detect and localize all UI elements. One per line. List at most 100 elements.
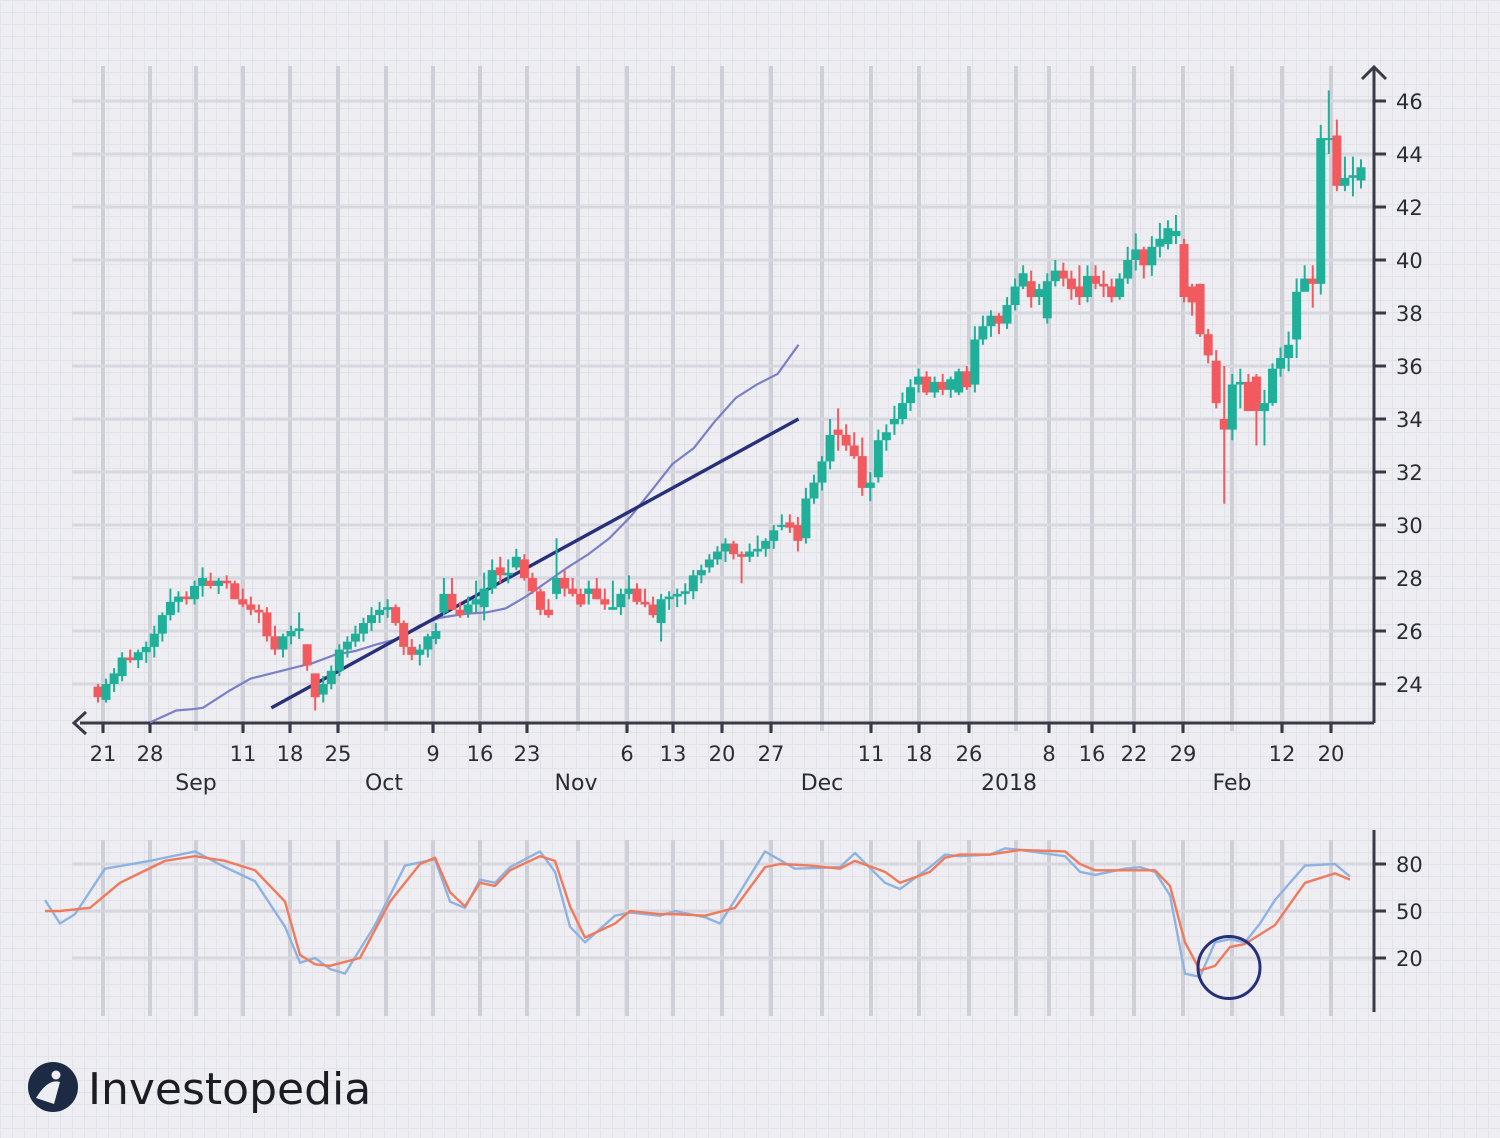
y-tick-label-30: 30 [1396,514,1423,538]
candle-body [519,559,529,578]
candle-body [375,609,385,616]
candle-body [881,432,891,441]
candle-25 [294,612,304,639]
x-tick-label-9: 13 [660,742,687,766]
candle-body [527,578,537,592]
x-tick-label-1: 28 [137,742,164,766]
candle-44 [447,578,457,610]
candle-body [688,575,698,592]
candle-151 [1308,265,1318,308]
candle-body [1139,249,1149,266]
candle-143 [1243,373,1253,412]
candle-body [262,612,272,637]
candle-112 [994,313,1004,335]
candle-body [214,580,224,586]
candle-34 [367,607,377,631]
candle-23 [278,633,288,658]
candle-body [1026,281,1036,298]
candle-body [447,593,457,610]
trendline [270,417,800,710]
candle-body [326,670,336,684]
candle-body [286,631,296,637]
x-tick-label-18: 29 [1170,742,1197,766]
candle-body [503,572,513,576]
candle-body [1187,286,1197,303]
candle-110 [978,315,988,345]
candle-body [769,530,779,541]
candle-54 [527,572,537,594]
candle-94 [849,432,859,459]
candle-body [133,652,143,661]
candle-body [294,628,304,631]
candle-101 [906,379,916,412]
candle-140 [1219,366,1229,504]
candle-149 [1292,278,1302,359]
candle-87 [793,517,803,552]
candle-body [350,633,360,642]
candle-89 [809,474,819,504]
candle-body [849,445,859,457]
y-tick-label-44: 44 [1396,143,1423,167]
candle-body [302,644,312,666]
candle-body [511,556,521,568]
candle-61 [584,580,594,605]
candle-85 [777,514,787,531]
x-tick-label-11: 27 [758,742,785,766]
moving-average-line [149,344,800,724]
oscillator-axis: 20 50 80 [1372,830,1423,1012]
candle-119 [1050,260,1060,287]
candle-120 [1058,262,1068,287]
x-tick-label-6: 16 [467,742,494,766]
stock-chart: 24 26 28 30 32 34 36 38 40 42 44 46 21 28 11 18 25 9 16 23… [28,64,1423,1115]
candle-body [648,604,658,616]
candlesticks [93,90,1366,711]
candle-body [1155,238,1165,247]
candle-body [793,525,803,541]
date-axis-ticks: 21 28 11 18 25 9 16 23 6 13 20 27 11 18 26 8 16 22 29 12 20 [90,723,1345,766]
candle-body [737,554,747,557]
candle-body [254,609,264,613]
y-tick-label-34: 34 [1396,408,1423,432]
candle-41 [423,633,433,658]
candle-body [1002,305,1012,324]
candle-body [535,591,545,610]
candle-body [1179,244,1189,298]
candle-body [1074,286,1084,298]
candle-body [358,623,368,634]
candle-body [576,593,586,605]
candle-body [1082,275,1092,298]
x-tick-label-20: 20 [1318,742,1345,766]
candle-body [238,599,248,605]
candle-105 [938,373,948,396]
candle-body [729,543,739,555]
candle-130 [1139,246,1149,279]
month-labels: Sep Oct Nov Dec 2018 Feb [175,771,1251,796]
candle-40 [415,644,425,666]
candle-body [785,522,795,528]
candle-141 [1227,373,1237,441]
x-tick-label-12: 11 [858,742,885,766]
candle-body [246,604,256,610]
candle-27 [310,673,320,711]
candle-133 [1163,220,1173,250]
candle-body [745,551,755,557]
candle-73 [680,583,690,605]
candle-body [383,607,393,610]
candle-90 [817,456,827,491]
candle-body [946,379,956,390]
candle-136 [1187,283,1197,316]
candle-93 [841,424,851,451]
x-tick-label-3: 18 [277,742,304,766]
candle-body [624,588,634,594]
candle-body [318,684,328,695]
candle-body [270,636,280,650]
candle-17 [230,580,240,600]
x-tick-label-14: 26 [956,742,983,766]
candle-body [986,315,996,327]
candle-body [600,599,610,605]
month-label-2: Nov [555,771,598,796]
candle-body [1042,281,1052,319]
candle-31 [342,636,352,658]
candle-body [568,588,578,594]
candle-body [873,440,883,478]
